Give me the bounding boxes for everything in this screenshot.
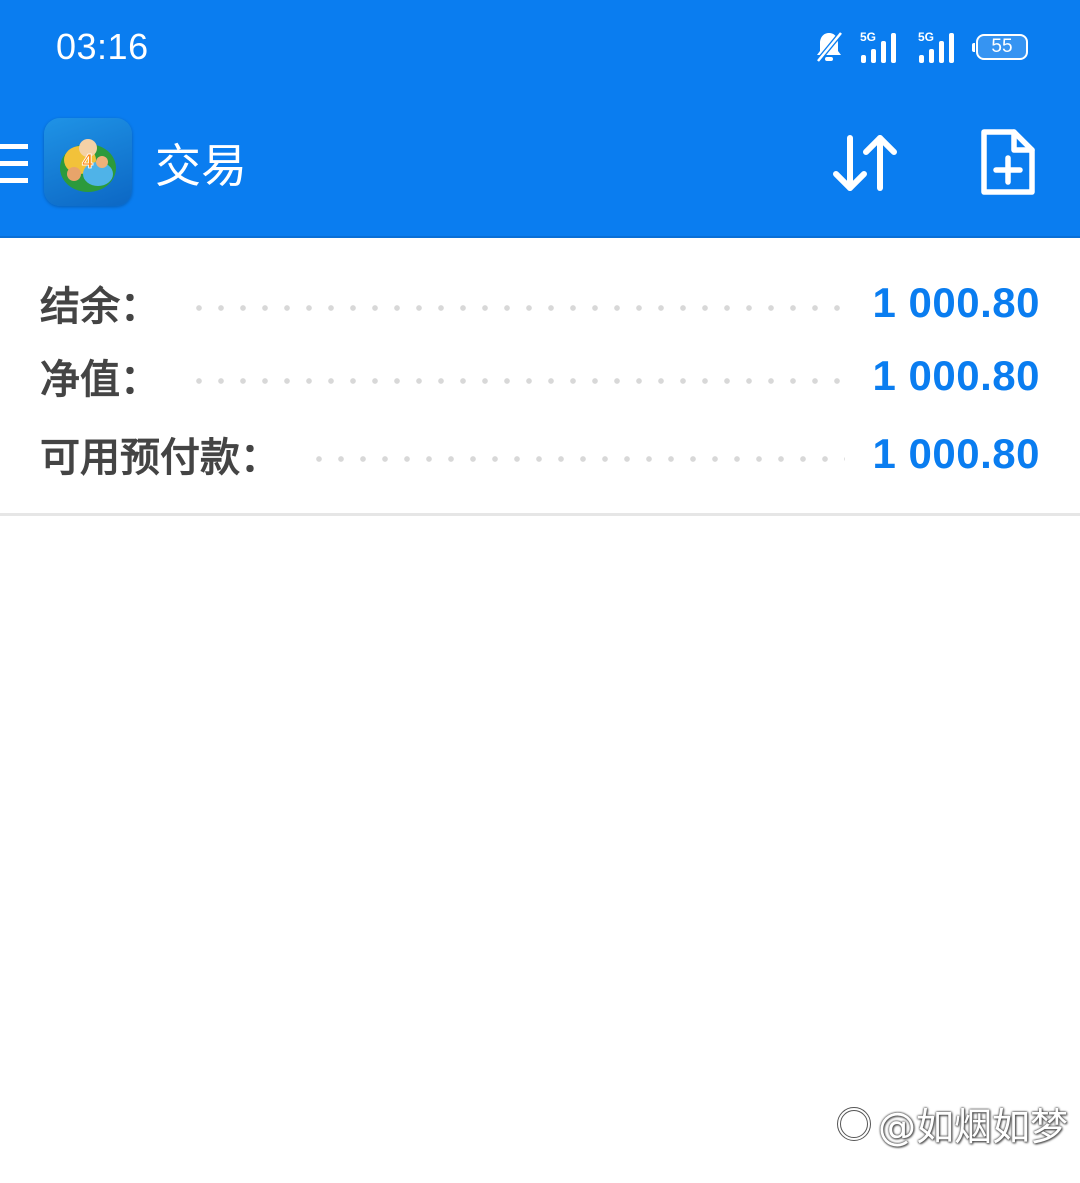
app-bar: 03:16 5G 5G 55 4 交易 <box>0 0 1080 238</box>
status-time: 03:16 <box>56 26 149 67</box>
dotted-leader <box>308 456 845 462</box>
status-icons: 5G 5G 55 <box>814 26 1028 68</box>
network-label-1: 5G <box>860 30 876 44</box>
watermark-text: @如烟如梦 <box>877 1105 1068 1149</box>
sort-icon[interactable] <box>830 130 900 196</box>
equity-row: 净值： 1 000.80 <box>40 346 1040 406</box>
account-summary: 结余： 1 000.80 净值： 1 000.80 可用预付款： 1 000.8… <box>0 240 1080 516</box>
metatrader-logo-icon: 4 <box>60 139 116 192</box>
platform-logo-icon <box>836 1106 871 1141</box>
free-margin-row: 可用预付款： 1 000.80 <box>40 424 1040 484</box>
dotted-leader <box>188 378 845 384</box>
screen-title: 交易 <box>155 139 247 193</box>
free-margin-label: 可用预付款： <box>40 435 280 481</box>
watermark: @如烟如梦 <box>836 1096 1068 1151</box>
signal-icon: 5G <box>918 30 954 63</box>
menu-icon[interactable] <box>0 142 28 186</box>
svg-text:4: 4 <box>82 151 94 173</box>
bell-muted-icon <box>816 31 843 63</box>
balance-label: 结余： <box>40 284 160 330</box>
battery-level: 55 <box>991 36 1013 57</box>
battery-icon: 55 <box>972 34 1028 60</box>
app-logo[interactable]: 4 <box>44 118 132 206</box>
new-order-icon[interactable] <box>976 126 1040 200</box>
balance-value: 1 000.80 <box>872 279 1040 326</box>
network-label-2: 5G <box>918 30 934 44</box>
balance-row: 结余： 1 000.80 <box>40 273 1040 333</box>
signal-icon: 5G <box>860 30 896 63</box>
free-margin-value: 1 000.80 <box>872 430 1040 477</box>
equity-value: 1 000.80 <box>872 352 1040 399</box>
equity-label: 净值： <box>40 357 160 403</box>
dotted-leader <box>188 305 845 311</box>
